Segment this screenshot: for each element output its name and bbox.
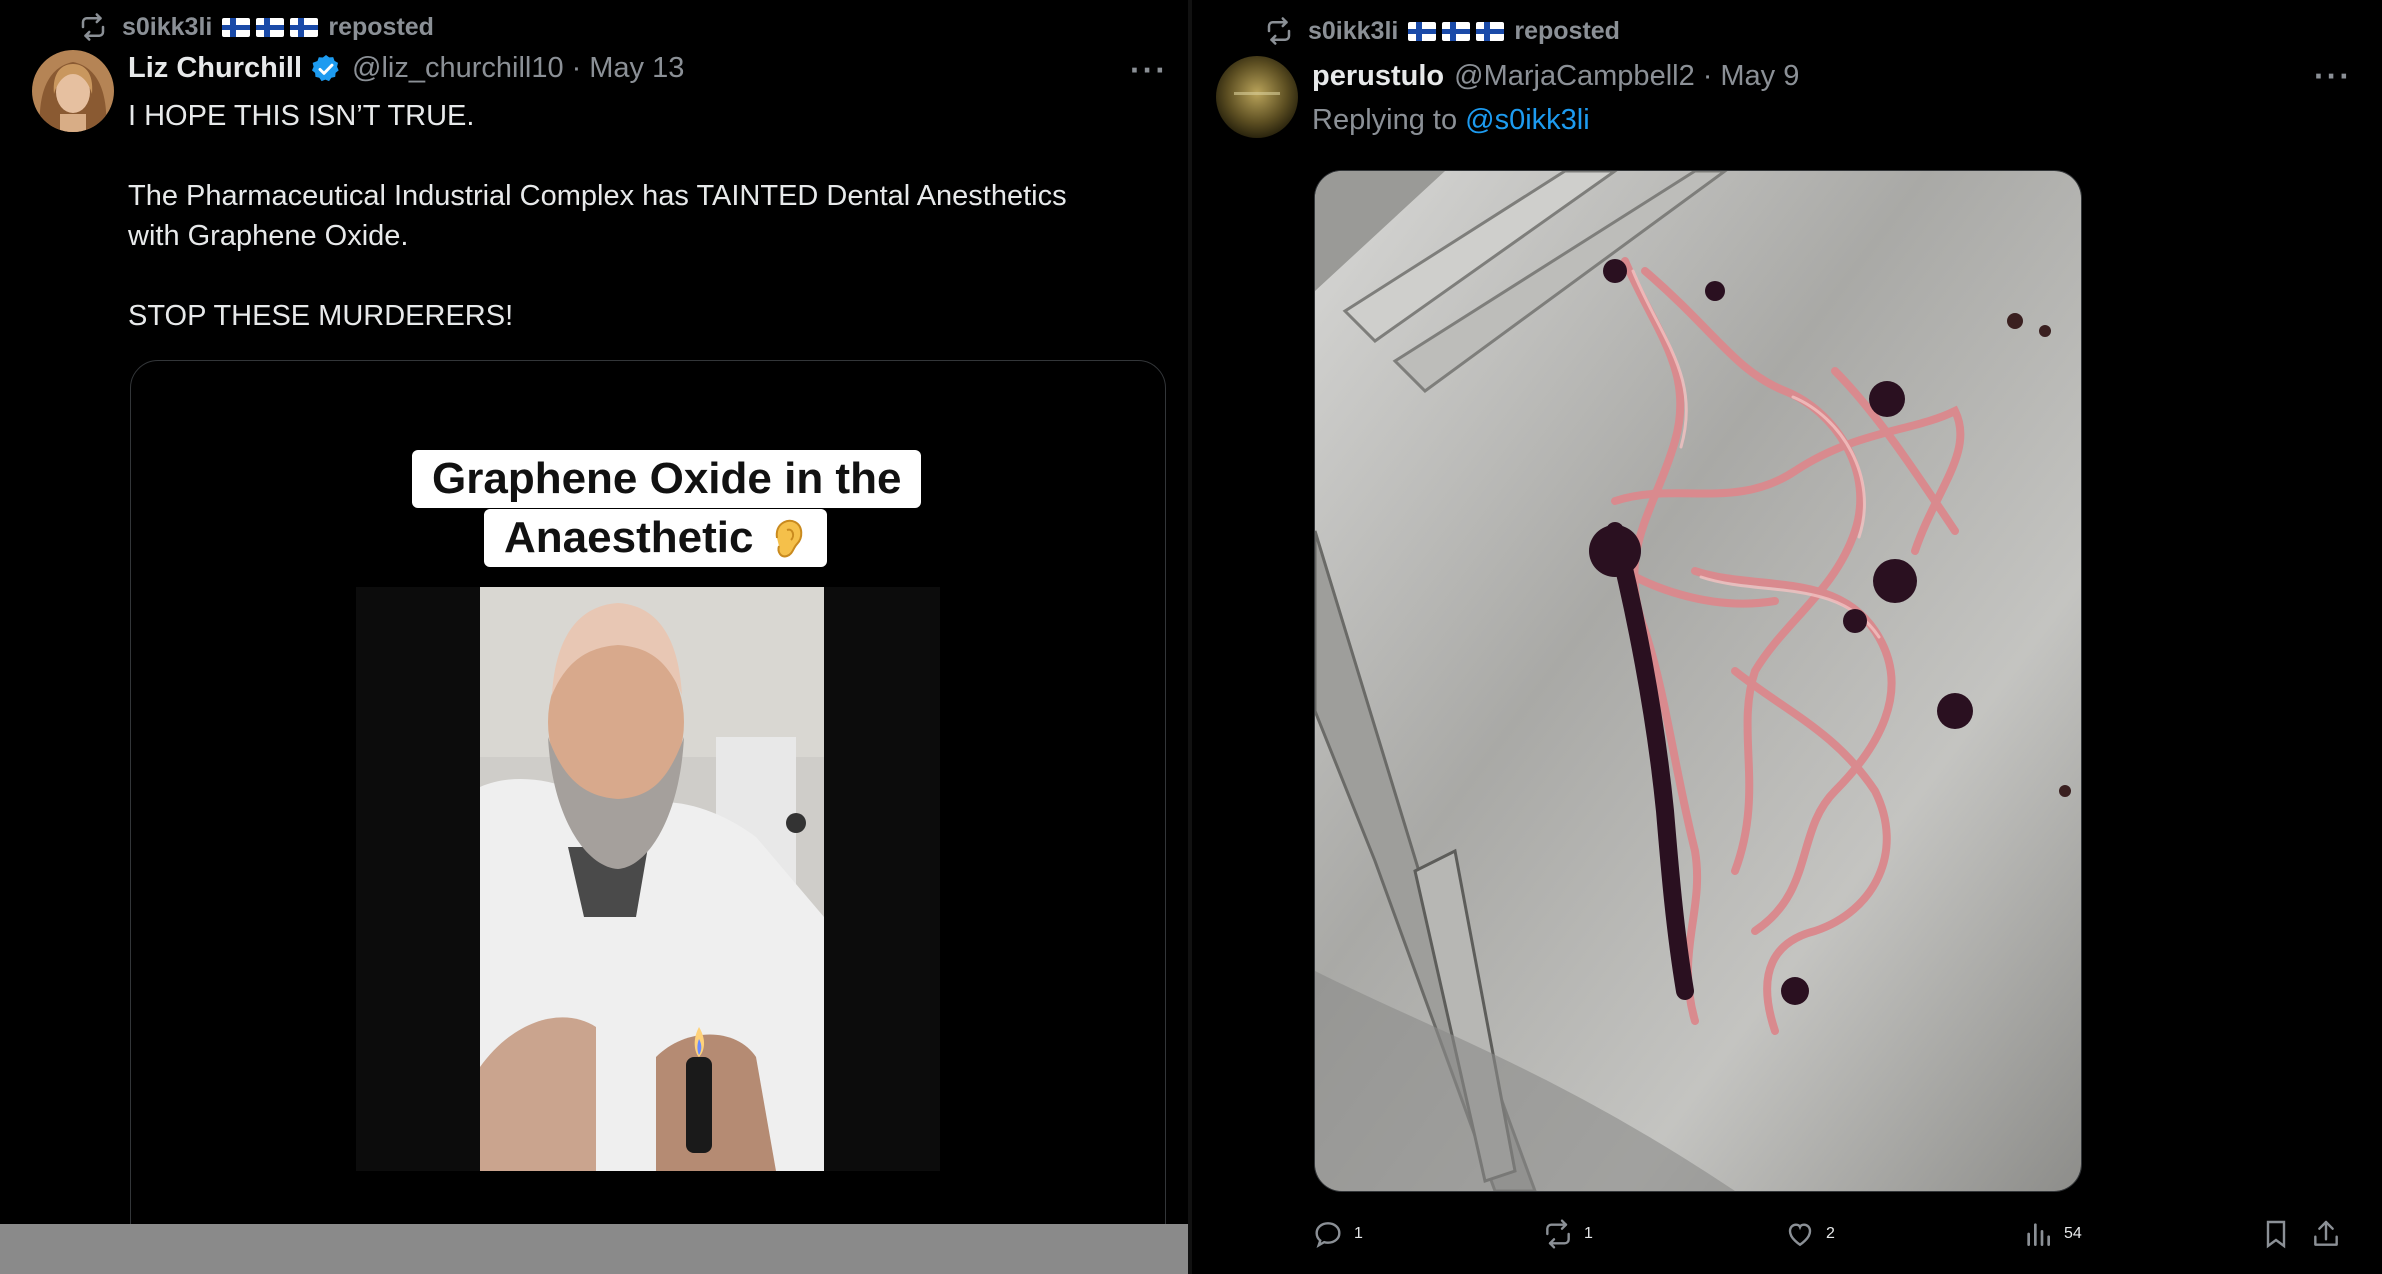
replying-handle-link[interactable]: @s0ikk3li <box>1465 104 1590 136</box>
replying-to-line: Replying to @s0ikk3li <box>1312 104 1590 137</box>
tray-photo-icon <box>1315 171 2081 1191</box>
reply-count: 1 <box>1354 1225 1363 1242</box>
bookmark-icon <box>2266 1220 2286 1249</box>
verified-badge-icon <box>312 54 339 81</box>
post-image[interactable] <box>1314 170 2082 1192</box>
like-button[interactable]: 2 <box>1784 1218 1835 1250</box>
more-options-icon[interactable]: ··· <box>1130 52 1168 89</box>
analytics-icon <box>2027 1223 2050 1246</box>
share-icon <box>2314 1220 2338 1246</box>
repost-icon <box>1267 17 1291 45</box>
repost-username[interactable]: s0ikk3li <box>1308 17 1398 46</box>
dot-separator: · <box>1702 60 1713 92</box>
avatar-landscape-icon <box>1216 56 1298 138</box>
repost-username[interactable]: s0ikk3li <box>122 13 212 42</box>
repost-indicator[interactable]: s0ikk3li reposted <box>78 12 434 42</box>
author-name[interactable]: Liz Churchill <box>128 52 302 85</box>
tweet-text-line: STOP THESE MURDERERS! <box>128 300 514 332</box>
more-options-icon[interactable]: ··· <box>2314 58 2352 95</box>
heart-icon <box>1788 1223 1812 1247</box>
repost-button[interactable]: 1 <box>1542 1218 1593 1250</box>
video-thumbnail-icon[interactable] <box>356 587 940 1171</box>
bottom-gray-bar <box>0 1224 1188 1274</box>
avatar[interactable] <box>1216 56 1298 138</box>
repost-label: reposted <box>1514 16 1620 45</box>
ear-icon <box>776 519 803 558</box>
tweet-text-line: with Graphene Oxide. <box>128 220 409 252</box>
right-post-panel: s0ikk3li reposted perustulo @MarjaCampbe… <box>1192 0 2382 1274</box>
share-button[interactable] <box>2310 1218 2352 1250</box>
author-handle[interactable]: @liz_churchill10 <box>352 52 564 85</box>
repost-indicator[interactable]: s0ikk3li reposted <box>1264 16 1620 46</box>
like-count: 2 <box>1826 1225 1835 1242</box>
author-name[interactable]: perustulo <box>1312 60 1444 93</box>
tweet-text-line: The Pharmaceutical Industrial Complex ha… <box>128 180 1067 212</box>
avatar-photo-icon <box>32 50 114 132</box>
reply-button[interactable]: 1 <box>1312 1218 1363 1250</box>
caption-text: Anaesthetic <box>504 513 754 562</box>
post-date[interactable]: May 13 <box>589 52 684 85</box>
dot-separator: · <box>571 52 582 84</box>
finland-flags-icon <box>216 17 319 37</box>
repost-icon <box>81 13 105 41</box>
repost-label: reposted <box>328 12 434 41</box>
view-count: 54 <box>2064 1225 2082 1242</box>
repost-icon <box>1546 1219 1570 1249</box>
post-date[interactable]: May 9 <box>1720 60 1799 93</box>
tweet-text-line: I HOPE THIS ISN’T TRUE. <box>128 100 475 132</box>
left-post-panel: s0ikk3li reposted Liz Churchill @liz_chu… <box>0 0 1188 1274</box>
video-card[interactable]: Graphene Oxide in the Anaesthetic <box>130 360 1166 1274</box>
video-caption-line2: Anaesthetic <box>484 509 828 567</box>
avatar[interactable] <box>32 50 114 132</box>
author-handle[interactable]: @MarjaCampbell2 <box>1454 60 1695 93</box>
bookmark-button[interactable] <box>2260 1218 2302 1250</box>
post-header: Liz Churchill @liz_churchill10 · May 13 <box>128 52 684 85</box>
replying-label: Replying to <box>1312 104 1458 136</box>
reply-icon <box>1315 1222 1341 1248</box>
repost-count: 1 <box>1584 1225 1593 1242</box>
post-header: perustulo @MarjaCampbell2 · May 9 <box>1312 60 1799 93</box>
views-button[interactable]: 54 <box>2022 1218 2082 1250</box>
video-caption-line1: Graphene Oxide in the <box>412 450 922 508</box>
finland-flags-icon <box>1402 21 1505 41</box>
